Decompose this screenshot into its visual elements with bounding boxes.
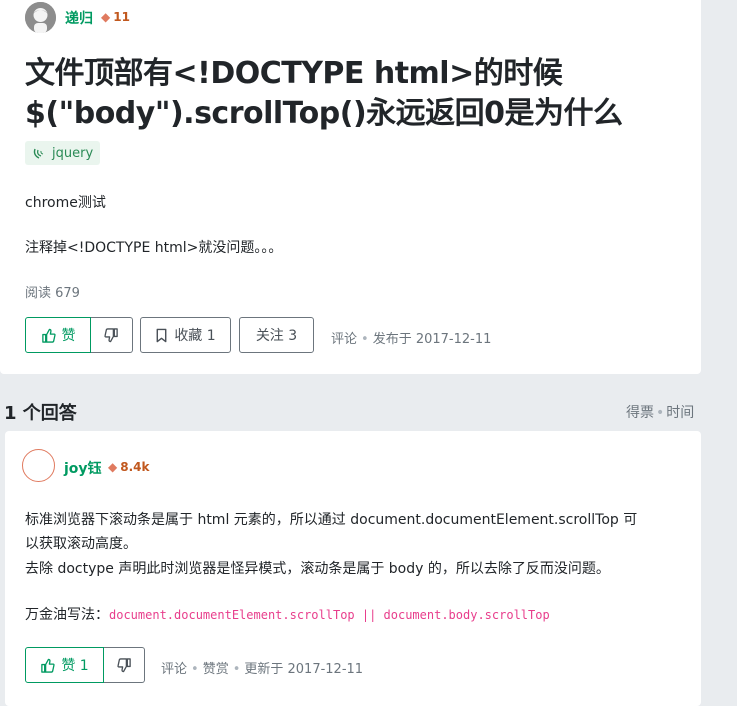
answer-downvote-button[interactable]	[104, 647, 145, 683]
question-title-line2: $("body").scrollTop()永远返回0是为什么	[25, 96, 623, 131]
reputation-value: 11	[113, 10, 130, 24]
bookmark-icon	[156, 328, 167, 342]
formula-label: 万金油写法：	[25, 607, 109, 623]
answer-author-reputation: ◆ 8.4k	[108, 460, 149, 474]
answer-comment-link[interactable]: 评论	[161, 662, 187, 677]
avatar-face-icon	[25, 2, 56, 33]
answer-author-name[interactable]: joy钰	[64, 458, 102, 478]
answer-upvote-label: 赞 1	[61, 658, 89, 674]
answer-paragraph-1-line1: 标准浏览器下滚动条是属于 html 元素的，所以通过 document.docu…	[25, 512, 638, 528]
follow-label: 关注 3	[255, 328, 298, 344]
bookmark-button[interactable]: 收藏 1	[140, 317, 231, 353]
question-title: 文件顶部有<!DOCTYPE html>的时候 $("body").scroll…	[25, 54, 665, 134]
downvote-button[interactable]	[91, 317, 133, 353]
question-author-name[interactable]: 递归	[65, 8, 93, 28]
question-author-reputation: ◆ 11	[101, 10, 130, 24]
bookmark-label: 收藏 1	[174, 328, 216, 344]
answer-author-avatar[interactable]	[22, 449, 55, 482]
thumbs-down-icon	[116, 657, 131, 672]
question-body-line1: chrome测试	[25, 195, 106, 211]
tag-label: jquery	[52, 145, 94, 161]
tag-jquery[interactable]: jquery	[25, 141, 101, 165]
follow-button[interactable]: 关注 3	[239, 317, 314, 353]
upvote-label: 赞	[61, 328, 76, 344]
thumbs-down-icon	[104, 327, 118, 342]
thumbs-up-icon	[41, 658, 55, 673]
published-date: 发布于 2017-12-11	[372, 332, 492, 347]
sort-by-votes[interactable]: 得票	[626, 405, 654, 421]
upvote-button[interactable]: 赞	[25, 317, 91, 353]
answer-updated-date: 更新于 2017-12-11	[244, 662, 364, 677]
reputation-gem-icon: ◆	[101, 10, 111, 24]
answers-count-heading: 1 个回答	[4, 403, 77, 424]
read-count: 阅读 679	[25, 286, 80, 301]
answer-paragraph-1: 标准浏览器下滚动条是属于 html 元素的，所以通过 document.docu…	[25, 508, 690, 556]
comment-link[interactable]: 评论	[331, 332, 357, 347]
sort-by-time[interactable]: 时间	[666, 405, 694, 421]
answer-paragraph-1-line2: 以获取滚动高度。	[25, 536, 137, 552]
jquery-icon	[33, 148, 44, 159]
thumbs-up-icon	[41, 328, 56, 343]
question-title-line1: 文件顶部有<!DOCTYPE html>的时候	[25, 56, 563, 91]
answer-upvote-button[interactable]: 赞 1	[25, 647, 104, 683]
question-body-line2: 注释掉<!DOCTYPE html>就没问题。。。	[25, 240, 283, 256]
answer-reward-link[interactable]: 赞赏	[203, 662, 229, 677]
question-vote-group: 赞	[25, 317, 133, 353]
question-meta-line: 评论 • 发布于 2017-12-11	[331, 332, 492, 347]
question-author-avatar[interactable]	[25, 2, 56, 33]
answer-meta-line: 评论 • 赞赏 • 更新于 2017-12-11	[161, 662, 364, 677]
answer-vote-group: 赞 1	[25, 647, 145, 683]
reputation-gem-icon: ◆	[108, 460, 118, 474]
answer-formula-line: 万金油写法：document.documentElement.scrollTop…	[25, 603, 550, 627]
reputation-value: 8.4k	[120, 460, 150, 474]
answer-paragraph-2: 去除 doctype 声明此时浏览器是怪异模式，滚动条是属于 body 的，所以…	[25, 561, 610, 577]
formula-code: document.documentElement.scrollTop || do…	[109, 608, 550, 622]
answer-sort-links: 得票 • 时间	[626, 405, 695, 421]
